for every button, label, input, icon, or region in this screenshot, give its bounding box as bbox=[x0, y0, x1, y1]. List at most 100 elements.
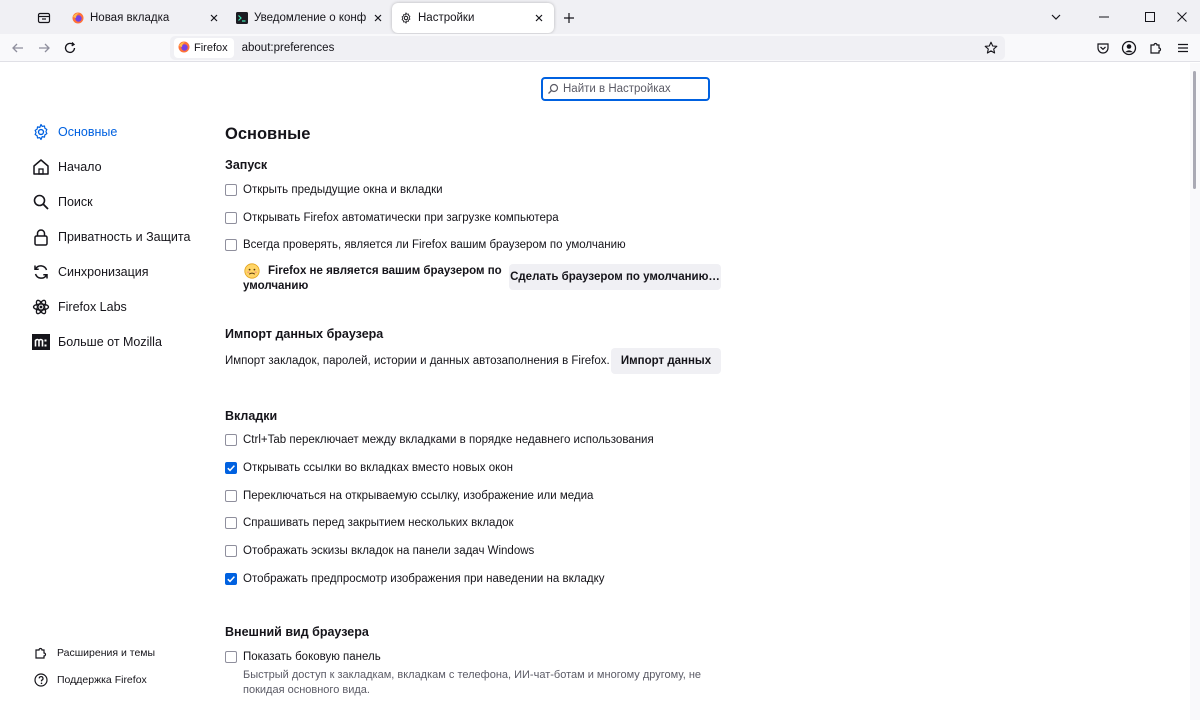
checkbox[interactable] bbox=[225, 212, 237, 224]
search-input[interactable] bbox=[563, 83, 703, 95]
taskbar-previews-option[interactable]: Отображать эскизы вкладок на панели зада… bbox=[225, 542, 534, 560]
autostart-option[interactable]: Открывать Firefox автоматически при загр… bbox=[225, 209, 559, 227]
tab-settings[interactable]: Настройки bbox=[392, 3, 554, 33]
category-sync[interactable]: Синхронизация bbox=[32, 260, 149, 284]
firefox-view-icon bbox=[37, 12, 51, 24]
category-label: Основные bbox=[58, 125, 118, 139]
arrow-right-icon bbox=[39, 43, 50, 53]
firefox-icon bbox=[72, 12, 84, 24]
checkbox[interactable] bbox=[225, 184, 237, 196]
chevron-down-icon bbox=[1051, 14, 1061, 20]
list-all-tabs-button[interactable] bbox=[1044, 6, 1068, 28]
arrow-left-icon bbox=[12, 43, 23, 53]
terminal-icon bbox=[236, 12, 248, 24]
mozilla-icon bbox=[32, 333, 50, 351]
pocket-button[interactable] bbox=[1093, 38, 1113, 58]
category-privacy[interactable]: Приватность и Защита bbox=[32, 225, 190, 249]
home-icon bbox=[32, 158, 50, 176]
extensions-button[interactable] bbox=[1146, 38, 1166, 58]
address-bar[interactable]: Firefox about:preferences bbox=[170, 36, 1005, 60]
category-label: Приватность и Защита bbox=[58, 230, 191, 244]
checkbox-checked[interactable] bbox=[225, 462, 237, 474]
checkbox[interactable] bbox=[225, 545, 237, 557]
checkbox-checked[interactable] bbox=[225, 573, 237, 585]
restore-session-option[interactable]: Открыть предыдущие окна и вкладки bbox=[225, 181, 443, 199]
maximize-icon bbox=[1145, 12, 1155, 22]
plus-icon bbox=[564, 13, 574, 23]
app-menu-button[interactable] bbox=[1173, 38, 1193, 58]
scrollbar-thumb[interactable] bbox=[1193, 71, 1196, 189]
hamburger-icon bbox=[1178, 43, 1188, 53]
vertical-scrollbar[interactable] bbox=[1190, 63, 1200, 720]
appearance-heading: Внешний вид браузера bbox=[225, 625, 369, 639]
star-icon bbox=[984, 41, 998, 54]
tab-strip: Новая вкладка Уведомление о конфиденциал… bbox=[0, 0, 1200, 34]
tab-title: Новая вкладка bbox=[90, 12, 170, 24]
close-tab-icon[interactable] bbox=[532, 11, 546, 25]
category-general[interactable]: Основные bbox=[32, 120, 117, 144]
checkmark-icon bbox=[227, 576, 235, 583]
option-label: Открывать Firefox автоматически при загр… bbox=[243, 212, 559, 224]
option-label: Спрашивать перед закрытием нескольких вк… bbox=[243, 517, 514, 529]
support-link[interactable]: Поддержка Firefox bbox=[34, 672, 147, 688]
option-label: Отображать эскизы вкладок на панели зада… bbox=[243, 545, 535, 557]
lock-icon bbox=[32, 228, 50, 246]
category-label: Начало bbox=[58, 160, 102, 174]
make-default-button[interactable]: Сделать браузером по умолчанию… bbox=[509, 264, 721, 290]
sync-icon bbox=[32, 263, 50, 281]
checkbox[interactable] bbox=[225, 651, 237, 663]
reload-icon bbox=[64, 42, 76, 54]
ctrl-tab-option[interactable]: Ctrl+Tab переключает между вкладками в п… bbox=[225, 431, 654, 449]
checkbox[interactable] bbox=[225, 490, 237, 502]
puzzle-icon bbox=[1150, 42, 1162, 54]
identity-label: Firefox bbox=[194, 42, 228, 54]
reload-button[interactable] bbox=[59, 37, 81, 59]
forward-button[interactable] bbox=[33, 37, 55, 59]
category-label: Больше от Mozilla bbox=[58, 335, 162, 349]
bookmark-star-button[interactable] bbox=[983, 40, 999, 56]
option-label: Открывать ссылки во вкладках вместо новы… bbox=[243, 462, 514, 474]
tab-hover-preview-option[interactable]: Отображать предпросмотр изображения при … bbox=[225, 570, 604, 588]
sidebar-description: Быстрый доступ к закладкам, вкладкам с т… bbox=[243, 669, 702, 696]
back-button[interactable] bbox=[7, 37, 29, 59]
category-firefox-labs[interactable]: Firefox Labs bbox=[32, 295, 127, 319]
tab-privacy-notice[interactable]: Уведомление о конфиденциальности bbox=[228, 3, 393, 33]
default-browser-status-line1: Firefox не является вашим браузером по bbox=[268, 265, 502, 277]
close-tab-icon[interactable] bbox=[207, 11, 221, 25]
tab-new-tab[interactable]: Новая вкладка bbox=[64, 3, 229, 33]
checkbox[interactable] bbox=[225, 434, 237, 446]
category-label: Поиск bbox=[58, 195, 93, 209]
warn-on-close-tabs-option[interactable]: Спрашивать перед закрытием нескольких вк… bbox=[225, 514, 514, 532]
close-window-button[interactable] bbox=[1170, 6, 1194, 28]
puzzle-icon bbox=[34, 646, 48, 660]
open-links-in-tabs-option[interactable]: Открывать ссылки во вкладках вместо новы… bbox=[225, 459, 513, 477]
account-button[interactable] bbox=[1119, 38, 1139, 58]
checkbox[interactable] bbox=[225, 239, 237, 251]
url-text[interactable]: about:preferences bbox=[242, 42, 335, 54]
identity-box[interactable]: Firefox bbox=[174, 38, 234, 58]
import-heading: Импорт данных браузера bbox=[225, 327, 384, 341]
support-label: Поддержка Firefox bbox=[57, 674, 147, 686]
category-home[interactable]: Начало bbox=[32, 155, 102, 179]
maximize-button[interactable] bbox=[1138, 6, 1162, 28]
import-data-button[interactable]: Импорт данных bbox=[611, 348, 721, 374]
category-search[interactable]: Поиск bbox=[32, 190, 93, 214]
close-tab-icon[interactable] bbox=[371, 11, 385, 25]
default-browser-status-line2: умолчанию bbox=[243, 280, 309, 292]
preferences-page: Основные Начало Поиск Приватность и Защи… bbox=[0, 63, 1200, 720]
firefox-view-button[interactable] bbox=[30, 6, 58, 30]
category-more-from-mozilla[interactable]: Больше от Mozilla bbox=[32, 330, 162, 354]
search-icon bbox=[548, 83, 559, 94]
new-tab-button[interactable] bbox=[559, 8, 579, 28]
check-default-browser-option[interactable]: Всегда проверять, является ли Firefox ва… bbox=[225, 236, 626, 254]
checkbox[interactable] bbox=[225, 517, 237, 529]
option-label: Показать боковую панель bbox=[243, 651, 381, 663]
checkmark-icon bbox=[227, 465, 235, 472]
navigation-toolbar: Firefox about:preferences bbox=[0, 34, 1200, 62]
gear-icon bbox=[32, 123, 50, 141]
search-settings-box[interactable] bbox=[541, 77, 710, 101]
switch-to-new-tab-option[interactable]: Переключаться на открываемую ссылку, изо… bbox=[225, 487, 593, 505]
minimize-button[interactable] bbox=[1092, 6, 1116, 28]
show-sidebar-option[interactable]: Показать боковую панель bbox=[225, 648, 381, 666]
addons-link[interactable]: Расширения и темы bbox=[34, 645, 155, 661]
